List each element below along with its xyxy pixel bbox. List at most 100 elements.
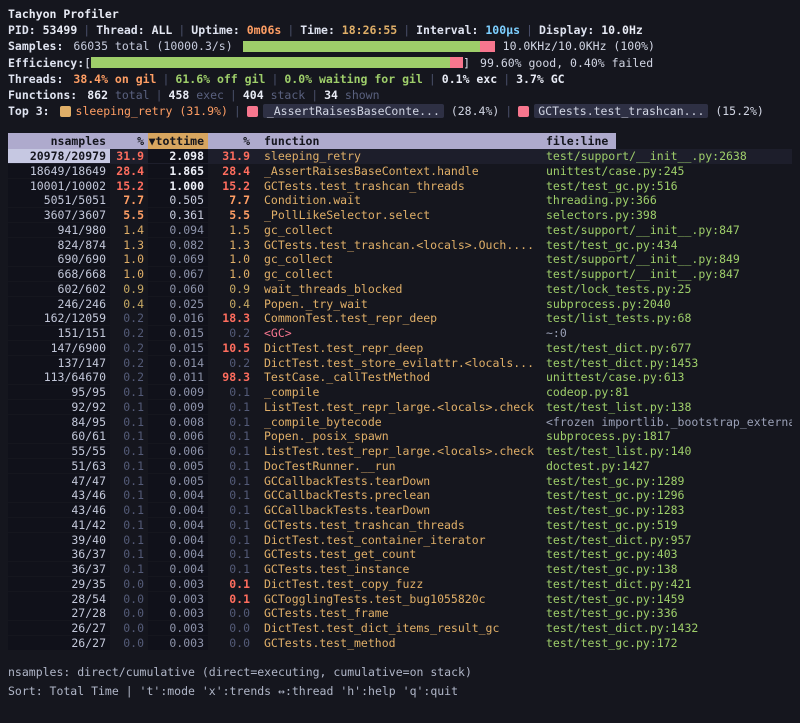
cell-function: GCTests.test_trashcan.<locals>.Ouch.... bbox=[254, 238, 546, 252]
threads-line: Threads: 38.4% on gil|61.6% off gil|0.0%… bbox=[8, 71, 792, 87]
cell-tottime: 0.011 bbox=[148, 370, 208, 384]
cell-direct-pct: 0.1 bbox=[110, 488, 148, 502]
table-row[interactable]: 824/8741.30.0821.3GCTests.test_trashcan.… bbox=[8, 237, 792, 252]
table-row[interactable]: 941/9801.40.0941.5gc_collecttest/support… bbox=[8, 223, 792, 238]
cell-nsamples: 246/246 bbox=[8, 297, 110, 311]
cell-function: GCCallbackTests.preclean bbox=[254, 488, 546, 502]
cell-cumulative-pct: 1.0 bbox=[208, 252, 254, 266]
table-row[interactable]: 43/460.10.0040.1GCCallbackTests.preclean… bbox=[8, 488, 792, 503]
cell-file-line: test/test_dict.py:1453 bbox=[546, 356, 792, 370]
separator: | bbox=[77, 23, 96, 37]
cell-file-line: test/test_list.py:140 bbox=[546, 444, 792, 458]
cell-function: DictTest.test_store_evilattr.<locals... bbox=[254, 356, 546, 370]
cell-file-line: test/test_dict.py:421 bbox=[546, 577, 792, 591]
efficiency-bar-failed bbox=[450, 57, 463, 68]
cell-nsamples: 5051/5051 bbox=[8, 193, 110, 207]
efficiency-bar-good bbox=[91, 57, 450, 68]
cell-cumulative-pct: 0.2 bbox=[208, 356, 254, 370]
table-row[interactable]: 26/270.00.0030.0DictTest.test_dict_items… bbox=[8, 621, 792, 636]
column-header-file[interactable]: file:line bbox=[546, 133, 616, 149]
table-row[interactable]: 39/400.10.0040.1DictTest.test_container_… bbox=[8, 532, 792, 547]
column-header-function[interactable]: function bbox=[254, 133, 546, 149]
column-header-pct[interactable]: % bbox=[110, 133, 148, 149]
cell-cumulative-pct: 0.9 bbox=[208, 282, 254, 296]
table-row[interactable]: 36/370.10.0040.1GCTests.test_get_countte… bbox=[8, 547, 792, 562]
table-row[interactable]: 20978/2097931.92.09831.9sleeping_retryte… bbox=[8, 149, 792, 164]
cell-nsamples: 43/46 bbox=[8, 503, 110, 517]
cell-direct-pct: 1.0 bbox=[110, 252, 148, 266]
cell-file-line: test/support/__init__.py:847 bbox=[546, 223, 792, 237]
table-row[interactable]: 602/6020.90.0600.9wait_threads_blockedte… bbox=[8, 282, 792, 297]
cell-direct-pct: 0.1 bbox=[110, 474, 148, 488]
cell-function: GCTogglingTests.test_bug1055820c bbox=[254, 592, 546, 606]
table-row[interactable]: 29/350.00.0030.1DictTest.test_copy_fuzzt… bbox=[8, 577, 792, 592]
cell-file-line: test/test_gc.py:138 bbox=[546, 562, 792, 576]
cell-function: gc_collect bbox=[254, 223, 546, 237]
table-row[interactable]: 28/540.00.0030.1GCTogglingTests.test_bug… bbox=[8, 591, 792, 606]
cell-function: GCTests.test_frame bbox=[254, 606, 546, 620]
cell-tottime: 0.004 bbox=[148, 547, 208, 561]
cell-direct-pct: 1.4 bbox=[110, 223, 148, 237]
table-row[interactable]: 5051/50517.70.5057.7Condition.waitthread… bbox=[8, 193, 792, 208]
cell-function: ListTest.test_repr_large.<locals>.check bbox=[254, 444, 546, 458]
cell-function: Condition.wait bbox=[254, 193, 546, 207]
table-row[interactable]: 10001/1000215.21.00015.2GCTests.test_tra… bbox=[8, 178, 792, 193]
cell-cumulative-pct: 31.9 bbox=[208, 149, 254, 163]
cell-direct-pct: 0.2 bbox=[110, 341, 148, 355]
cell-cumulative-pct: 98.3 bbox=[208, 370, 254, 384]
cell-function: GCTests.test_instance bbox=[254, 562, 546, 576]
table-row[interactable]: 151/1510.20.0150.2<GC>~:0 bbox=[8, 326, 792, 341]
table-row[interactable]: 137/1470.20.0140.2DictTest.test_store_ev… bbox=[8, 355, 792, 370]
cell-nsamples: 668/668 bbox=[8, 267, 110, 281]
cell-cumulative-pct: 0.1 bbox=[208, 592, 254, 606]
efficiency-line: Efficiency: [ ] 99.60% good, 0.40% faile… bbox=[8, 55, 792, 71]
cell-cumulative-pct: 0.1 bbox=[208, 562, 254, 576]
table-row[interactable]: 95/950.10.0090.1_compilecodeop.py:81 bbox=[8, 385, 792, 400]
table-row[interactable]: 84/950.10.0080.1_compile_bytecode<frozen… bbox=[8, 414, 792, 429]
table-row[interactable]: 55/550.10.0060.1ListTest.test_repr_large… bbox=[8, 444, 792, 459]
table-row[interactable]: 51/630.10.0050.1DocTestRunner.__rundocte… bbox=[8, 459, 792, 474]
status-label: PID: bbox=[8, 23, 43, 37]
table-row[interactable]: 47/470.10.0050.1GCCallbackTests.tearDown… bbox=[8, 473, 792, 488]
cell-direct-pct: 0.1 bbox=[110, 459, 148, 473]
table-row[interactable]: 92/920.10.0090.1ListTest.test_repr_large… bbox=[8, 400, 792, 415]
table-row[interactable]: 147/69000.20.01510.5DictTest.test_repr_d… bbox=[8, 341, 792, 356]
cell-file-line: test/test_gc.py:516 bbox=[546, 179, 792, 193]
table-row[interactable]: 27/280.00.0030.0GCTests.test_frametest/t… bbox=[8, 606, 792, 621]
column-header-nsamples[interactable]: nsamples bbox=[8, 133, 110, 149]
function-count-label: total bbox=[115, 88, 150, 102]
table-row[interactable]: 18649/1864928.41.86528.4_AssertRaisesBas… bbox=[8, 164, 792, 179]
table-row[interactable]: 41/420.10.0040.1GCTests.test_trashcan_th… bbox=[8, 518, 792, 533]
table-row[interactable]: 36/370.10.0040.1GCTests.test_instancetes… bbox=[8, 562, 792, 577]
cell-tottime: 0.004 bbox=[148, 533, 208, 547]
cell-cumulative-pct: 0.1 bbox=[208, 429, 254, 443]
table-row[interactable]: 113/646700.20.01198.3TestCase._callTestM… bbox=[8, 370, 792, 385]
table-row[interactable]: 3607/36075.50.3615.5_PollLikeSelector.se… bbox=[8, 208, 792, 223]
samples-bar-fill bbox=[243, 41, 480, 52]
table-row[interactable]: 668/6681.00.0671.0gc_collecttest/support… bbox=[8, 267, 792, 282]
cell-tottime: 0.003 bbox=[148, 606, 208, 620]
cell-nsamples: 20978/20979 bbox=[8, 149, 110, 163]
column-header-file-cell: file:line bbox=[546, 133, 792, 149]
thread-stat: 3.7% GC bbox=[516, 72, 564, 86]
cell-nsamples: 60/61 bbox=[8, 429, 110, 443]
table-row[interactable]: 246/2460.40.0250.4Popen._try_waitsubproc… bbox=[8, 296, 792, 311]
cell-file-line: unittest/case.py:245 bbox=[546, 164, 792, 178]
table-row[interactable]: 26/270.00.0030.0GCTests.test_methodtest/… bbox=[8, 636, 792, 651]
table-row[interactable]: 162/120590.20.01618.3CommonTest.test_rep… bbox=[8, 311, 792, 326]
cell-tottime: 0.082 bbox=[148, 238, 208, 252]
profiler-screen: Tachyon Profiler PID: 53499|Thread: ALL|… bbox=[0, 0, 800, 723]
column-header-cumpct[interactable]: % bbox=[208, 133, 254, 149]
cell-direct-pct: 1.3 bbox=[110, 238, 148, 252]
cell-cumulative-pct: 0.1 bbox=[208, 503, 254, 517]
cell-file-line: subprocess.py:1817 bbox=[546, 429, 792, 443]
table-row[interactable]: 43/460.10.0040.1GCCallbackTests.tearDown… bbox=[8, 503, 792, 518]
table-row[interactable]: 60/610.10.0060.1Popen._posix_spawnsubpro… bbox=[8, 429, 792, 444]
table-row[interactable]: 690/6901.00.0691.0gc_collecttest/support… bbox=[8, 252, 792, 267]
cell-tottime: 0.009 bbox=[148, 385, 208, 399]
cell-tottime: 0.008 bbox=[148, 415, 208, 429]
cell-tottime: 0.016 bbox=[148, 311, 208, 325]
cell-cumulative-pct: 0.1 bbox=[208, 474, 254, 488]
column-header-tottime-sorted[interactable]: ▼tottime bbox=[148, 133, 208, 149]
top3-items: sleeping_retry (31.9%)|_AssertRaisesBase… bbox=[60, 104, 764, 118]
